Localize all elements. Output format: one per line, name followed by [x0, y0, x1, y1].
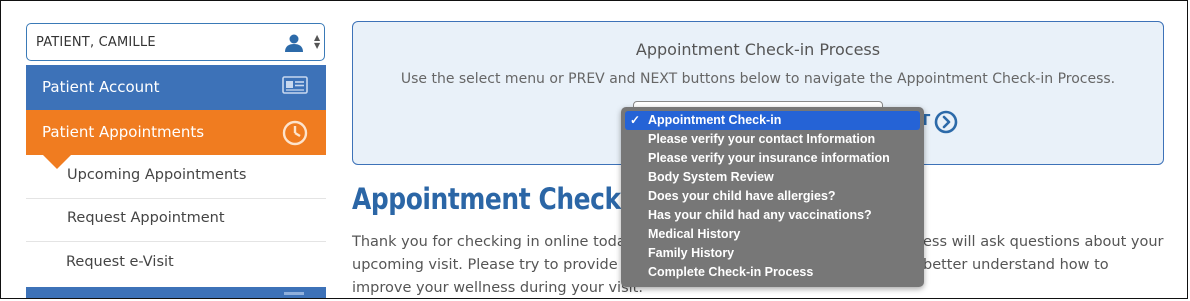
id-card-icon	[282, 75, 308, 99]
dropdown-option-label: Please verify your insurance information	[648, 151, 890, 165]
checkmark-icon: ✓	[630, 113, 641, 127]
sidebar-subitem-upcoming-appointments[interactable]: Upcoming Appointments	[26, 155, 326, 199]
dropdown-option-label: Please verify your contact Information	[648, 132, 876, 146]
dropdown-option[interactable]: Please verify your contact Information	[625, 130, 920, 149]
sidebar-item-label: Patient Account	[42, 78, 160, 96]
intro-text-line: improve your wellness during your visit.	[352, 280, 643, 296]
dropdown-option-label: Medical History	[648, 227, 741, 241]
sidebar-item-next[interactable]	[26, 287, 326, 298]
checkin-process-title: Appointment Check-in Process	[635, 40, 881, 59]
select-arrows-icon: ▲ ▼	[314, 33, 321, 50]
checkin-process-instructions: Use the select menu or PREV and NEXT but…	[400, 71, 1116, 87]
dropdown-option[interactable]: Has your child had any vaccinations?	[625, 206, 920, 225]
chevron-right-circle-icon	[934, 110, 958, 138]
dropdown-option[interactable]: Complete Check-in Process	[625, 263, 920, 282]
intro-text-fragment: better understand how to	[923, 257, 1109, 273]
sidebar-item-patient-account[interactable]: Patient Account	[26, 65, 326, 110]
dropdown-option[interactable]: Does your child have allergies?	[625, 187, 920, 206]
app-frame: PATIENT, CAMILLE ▲ ▼ Patient Account Pati…	[0, 0, 1188, 299]
intro-text-line: upcoming visit. Please try to provide a	[352, 257, 632, 273]
intro-text-line: Thank you for checking in online toda	[352, 234, 626, 250]
dropdown-option-label: Body System Review	[648, 170, 774, 184]
patient-select-value: PATIENT, CAMILLE	[36, 35, 156, 50]
sidebar-subitem-request-e-visit[interactable]: Request e-Visit	[26, 242, 326, 286]
dropdown-option[interactable]: ✓ Appointment Check-in	[625, 111, 920, 130]
dropdown-option[interactable]: Please verify your insurance information	[625, 149, 920, 168]
user-icon	[284, 33, 304, 57]
sidebar-item-label: Patient Appointments	[42, 123, 205, 141]
dropdown-option[interactable]: Body System Review	[625, 168, 920, 187]
dropdown-option-label: Family History	[648, 246, 735, 260]
menu-icon	[284, 292, 304, 295]
page-title: Appointment Check-in	[352, 182, 657, 216]
dropdown-option-label: Does your child have allergies?	[648, 189, 836, 203]
dropdown-option-label: Complete Check-in Process	[648, 265, 814, 279]
patient-select[interactable]: PATIENT, CAMILLE ▲ ▼	[26, 23, 325, 61]
sidebar-subitem-label: Upcoming Appointments	[67, 167, 247, 183]
sidebar-subitem-label: Request e-Visit	[66, 254, 174, 270]
step-select-dropdown[interactable]: ✓ Appointment Check-in Please verify you…	[621, 107, 924, 287]
intro-text-fragment: ess will ask questions about your	[923, 234, 1164, 250]
sidebar-item-patient-appointments[interactable]: Patient Appointments	[26, 110, 326, 155]
clock-icon	[282, 120, 308, 150]
dropdown-option[interactable]: Medical History	[625, 225, 920, 244]
dropdown-option-label: Appointment Check-in	[648, 113, 782, 127]
sidebar-subitem-request-appointment[interactable]: Request Appointment	[26, 198, 326, 242]
sidebar-subitem-label: Request Appointment	[67, 210, 225, 226]
dropdown-option-label: Has your child had any vaccinations?	[648, 208, 872, 222]
dropdown-option[interactable]: Family History	[625, 244, 920, 263]
